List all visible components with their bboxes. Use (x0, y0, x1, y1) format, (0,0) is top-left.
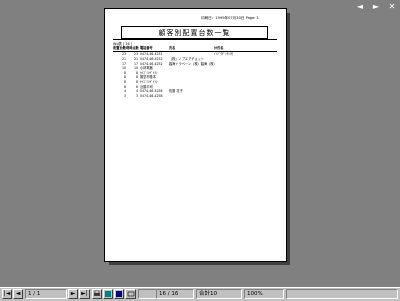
column-header: ｶﾅ氏名 (214, 46, 224, 50)
title-box: 顧客別配置台数一覧 (121, 26, 268, 39)
print-button[interactable] (92, 289, 102, 299)
window-controls: ◄ ► ✕ (355, 3, 397, 11)
setup-button[interactable] (114, 289, 124, 299)
close-icon[interactable]: ✕ (387, 3, 397, 11)
report-title: 顧客別配置台数一覧 (158, 28, 231, 37)
page-setup-icon (116, 291, 122, 297)
cell: 3 (135, 93, 138, 98)
next-window-icon[interactable]: ► (371, 3, 381, 11)
column-header: 氏名 (169, 46, 176, 50)
printer-icon (94, 290, 100, 296)
header-rule (113, 39, 277, 40)
total-label: 合計10 (196, 289, 242, 299)
first-page-button[interactable]: |◄ (2, 289, 12, 299)
column-header: 電話番号 (140, 46, 153, 50)
table-row: 3 3 0474-46-4258 (113, 94, 277, 99)
zoom-button[interactable] (103, 289, 113, 299)
column-header: 配置台数 (113, 46, 126, 50)
close-preview-button[interactable] (125, 289, 136, 299)
zoom-level: 100% (244, 289, 284, 299)
record-count: 16 / 16 (156, 289, 194, 299)
report-page: 印刷日：1999年07月30日 Page: 1 顧客別配置台数一覧 Wd表 [ … (104, 8, 287, 262)
zoom-icon (105, 291, 111, 297)
preview-toolbar: |◄ ◄ 1 / 1 ► ►| 16 / 16 合計10 100% (0, 287, 400, 301)
cell (169, 94, 214, 99)
column-header: 現時点数 (126, 46, 139, 50)
table-header: 配置台数 現時点数 電話番号 氏名 ｶﾅ氏名 (113, 46, 277, 52)
status-message (286, 289, 398, 299)
cell (214, 94, 274, 99)
report-table: 配置台数 現時点数 電話番号 氏名 ｶﾅ氏名 23 23 0474-46-425… (113, 46, 277, 98)
prev-page-button[interactable]: ◄ (13, 289, 23, 299)
page-indicator: 1 / 1 (25, 289, 67, 299)
previous-window-icon[interactable]: ◄ (355, 3, 365, 11)
next-page-button[interactable]: ► (68, 289, 78, 299)
last-page-button[interactable]: ►| (79, 289, 90, 299)
cell: 3 (123, 93, 126, 98)
cell: 0474-46-4258 (140, 93, 163, 98)
exit-icon (127, 291, 134, 297)
print-date: 印刷日：1999年07月30日 Page: 1 (201, 16, 259, 20)
